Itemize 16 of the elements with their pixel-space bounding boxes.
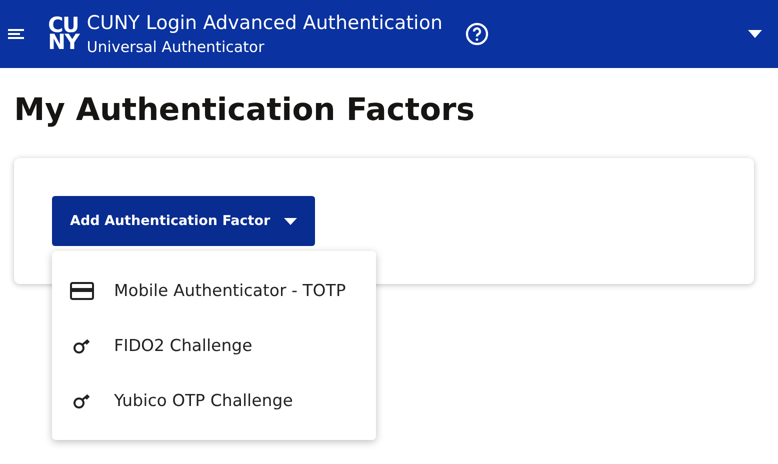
page-title: My Authentication Factors <box>14 92 476 128</box>
menu-item[interactable]: FIDO2 Challenge <box>52 318 376 373</box>
menu-item[interactable]: Mobile Authenticator - TOTP <box>52 263 376 318</box>
menu-button[interactable] <box>8 27 26 41</box>
add-factor-button[interactable]: Add Authentication Factor <box>52 196 316 246</box>
help-button[interactable] <box>464 22 488 46</box>
caret-icon <box>284 218 298 224</box>
caret-icon <box>748 30 762 38</box>
help-icon <box>464 22 488 46</box>
logo: CU NY <box>48 16 79 52</box>
card-icon <box>70 282 94 300</box>
account-dropdown-button[interactable] <box>748 30 762 38</box>
app-subtitle: Universal Authenticator <box>86 38 266 56</box>
menu-item[interactable]: Yubico OTP Challenge <box>52 373 376 428</box>
app-title: CUNY Login Advanced Authentication <box>86 12 442 34</box>
menu-icon <box>8 27 26 41</box>
